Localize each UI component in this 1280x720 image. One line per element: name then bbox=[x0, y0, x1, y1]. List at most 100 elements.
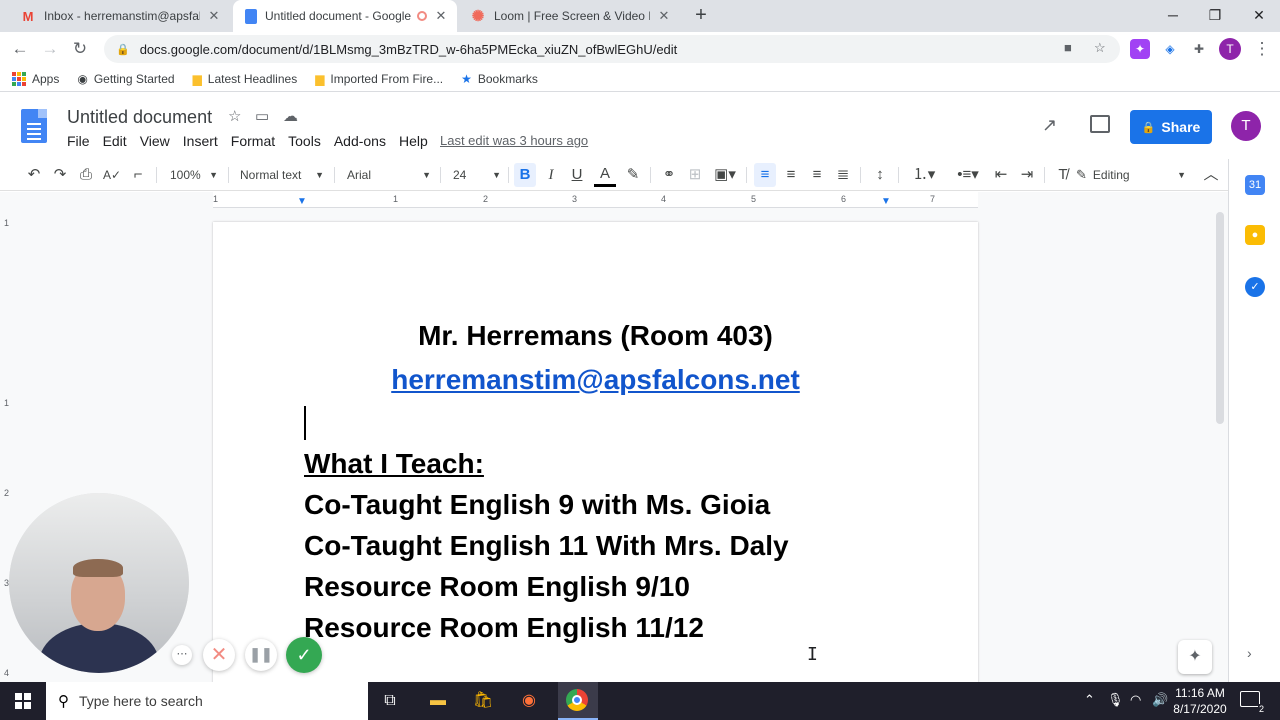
spellcheck-icon[interactable]: A✓ bbox=[102, 163, 122, 187]
share-button[interactable]: 🔒 Share bbox=[1130, 110, 1212, 144]
align-left-icon[interactable]: ≡ bbox=[754, 163, 776, 187]
taskbar-search-box[interactable]: ⚲ Type here to search bbox=[46, 682, 368, 720]
zoom-select[interactable]: 100% ▼ bbox=[170, 163, 218, 187]
vertical-scrollbar[interactable] bbox=[1216, 212, 1224, 424]
move-folder-icon[interactable]: ▭ bbox=[255, 107, 269, 125]
numbered-list-icon[interactable]: ⒈▾ bbox=[904, 163, 944, 187]
editing-mode-select[interactable]: ✎ Editing ▼ bbox=[1076, 163, 1186, 187]
calendar-icon[interactable]: 31 bbox=[1245, 175, 1265, 195]
left-indent-marker-icon[interactable]: ▼ bbox=[297, 196, 307, 207]
collapse-menu-icon[interactable]: ︿ bbox=[1200, 163, 1222, 187]
paragraph-style-select[interactable]: Normal text ▼ bbox=[240, 163, 324, 187]
menu-insert[interactable]: Insert bbox=[183, 133, 218, 149]
menu-add-ons[interactable]: Add-ons bbox=[334, 133, 386, 149]
close-window-button[interactable]: ✕ bbox=[1236, 0, 1280, 32]
document-page[interactable]: Mr. Herremans (Room 403) herremanstim@ap… bbox=[213, 222, 978, 692]
font-size-select[interactable]: 24 ▼ bbox=[453, 163, 501, 187]
highlight-color-icon[interactable]: ✎ bbox=[622, 163, 644, 187]
loom-webcam-bubble[interactable] bbox=[9, 493, 189, 673]
back-button[interactable]: ← bbox=[8, 37, 32, 61]
explore-button[interactable]: ✦ bbox=[1178, 640, 1212, 674]
horizontal-ruler[interactable]: 1 1 2 3 4 5 6 7 ▼ ▼ bbox=[213, 192, 978, 208]
wifi-icon[interactable]: ◠ bbox=[1130, 692, 1141, 708]
microphone-icon[interactable]: 🎙 bbox=[1107, 692, 1124, 708]
microsoft-store-icon[interactable]: 🛍 bbox=[470, 688, 496, 714]
start-button[interactable] bbox=[0, 682, 46, 720]
keep-icon[interactable]: ● bbox=[1245, 225, 1265, 245]
firefox-icon[interactable]: ◉ bbox=[516, 688, 542, 714]
print-icon[interactable]: ⎙ bbox=[76, 163, 96, 187]
tab-gmail[interactable]: M Inbox - herremanstim@apsfalcons.net ✕ bbox=[8, 0, 230, 32]
bulleted-list-icon[interactable]: •≡▾ bbox=[948, 163, 988, 187]
last-edit-link[interactable]: Last edit was 3 hours ago bbox=[440, 133, 588, 148]
bookmark-apps[interactable]: Apps bbox=[12, 71, 59, 86]
insert-image-icon[interactable]: ▣▾ bbox=[710, 163, 740, 187]
menu-format[interactable]: Format bbox=[231, 133, 275, 149]
star-icon[interactable]: ☆ bbox=[228, 107, 241, 125]
chrome-taskbar-button[interactable] bbox=[558, 682, 598, 720]
menu-file[interactable]: File bbox=[67, 133, 90, 149]
comments-icon[interactable] bbox=[1090, 115, 1110, 133]
doc-email-link[interactable]: herremanstim@apsfalcons.net bbox=[213, 364, 978, 396]
align-center-icon[interactable]: ≡ bbox=[780, 163, 802, 187]
extension-icon[interactable]: ✦ bbox=[1130, 39, 1150, 59]
forward-button[interactable]: → bbox=[38, 37, 62, 61]
expand-side-panel-icon[interactable]: › bbox=[1247, 645, 1252, 661]
show-hidden-icons-icon[interactable]: ⌃ bbox=[1084, 692, 1095, 708]
taskbar-clock[interactable]: 11:16 AM 8/17/2020 bbox=[1170, 685, 1230, 717]
reload-button[interactable]: ↻ bbox=[68, 37, 92, 61]
line-spacing-icon[interactable]: ↕ bbox=[868, 163, 892, 187]
align-right-icon[interactable]: ≡ bbox=[806, 163, 828, 187]
extension-diamond-icon[interactable]: ◈ bbox=[1160, 39, 1180, 59]
notifications-icon[interactable]: 2 bbox=[1240, 691, 1265, 714]
increase-indent-icon[interactable]: ⇥ bbox=[1016, 163, 1038, 187]
cloud-saved-icon[interactable]: ☁ bbox=[283, 107, 298, 125]
align-justify-icon[interactable]: ≣ bbox=[832, 163, 854, 187]
bookmark-latest-headlines[interactable]: ▆ Latest Headlines bbox=[193, 72, 298, 86]
tab-loom[interactable]: ✺ Loom | Free Screen & Video Recording ✕ bbox=[458, 0, 680, 32]
loom-pause-recording-icon[interactable]: ❚❚ bbox=[245, 639, 277, 671]
address-bar[interactable]: 🔒 docs.google.com/document/d/1BLMsmg_3mB… bbox=[104, 35, 1120, 63]
close-tab-icon[interactable]: ✕ bbox=[656, 8, 672, 24]
redo-icon[interactable]: ↷ bbox=[50, 163, 70, 187]
insert-comment-icon[interactable]: ⊞ bbox=[684, 163, 706, 187]
right-indent-marker-icon[interactable]: ▼ bbox=[881, 196, 891, 207]
tasks-icon[interactable]: ✓ bbox=[1245, 277, 1265, 297]
decrease-indent-icon[interactable]: ⇤ bbox=[990, 163, 1012, 187]
loom-more-options-icon[interactable]: ⋯ bbox=[172, 645, 192, 665]
profile-avatar[interactable]: T bbox=[1219, 38, 1241, 60]
minimize-window-button[interactable]: ─ bbox=[1150, 0, 1196, 32]
camera-icon[interactable]: ■ bbox=[1064, 40, 1072, 55]
file-explorer-icon[interactable]: ▬ bbox=[425, 688, 451, 714]
menu-tools[interactable]: Tools bbox=[288, 133, 321, 149]
extensions-puzzle-icon[interactable]: ✚ bbox=[1189, 39, 1209, 59]
bold-button[interactable]: B bbox=[514, 163, 536, 187]
document-title[interactable]: Untitled document bbox=[67, 107, 212, 128]
underline-button[interactable]: U bbox=[566, 163, 588, 187]
loom-cancel-recording-icon[interactable]: ✕ bbox=[203, 639, 235, 671]
tab-docs[interactable]: Untitled document - Google Docs ✕ bbox=[233, 0, 457, 32]
account-avatar[interactable]: T bbox=[1231, 111, 1261, 141]
text-color-button[interactable]: A bbox=[594, 163, 616, 187]
volume-icon[interactable]: 🔊 bbox=[1152, 692, 1168, 708]
new-tab-button[interactable]: + bbox=[690, 5, 712, 27]
browser-menu-icon[interactable]: ⋮ bbox=[1250, 37, 1274, 61]
close-tab-icon[interactable]: ✕ bbox=[206, 8, 222, 24]
close-tab-icon[interactable]: ✕ bbox=[433, 8, 449, 24]
clear-formatting-icon[interactable]: T̸ bbox=[1052, 163, 1074, 187]
task-view-icon[interactable]: ⧉ bbox=[377, 688, 403, 714]
bookmark-imported-from-firefox[interactable]: ▆ Imported From Fire... bbox=[315, 72, 443, 86]
menu-edit[interactable]: Edit bbox=[103, 133, 127, 149]
menu-view[interactable]: View bbox=[140, 133, 170, 149]
bookmark-star-icon[interactable]: ☆ bbox=[1094, 40, 1106, 56]
insert-link-icon[interactable]: ⚭ bbox=[658, 163, 680, 187]
loom-finish-recording-icon[interactable]: ✓ bbox=[286, 637, 322, 673]
italic-button[interactable]: I bbox=[540, 163, 562, 187]
bookmark-getting-started[interactable]: ◉ Getting Started bbox=[77, 72, 174, 86]
docs-logo-icon[interactable] bbox=[21, 109, 47, 143]
undo-icon[interactable]: ↶ bbox=[24, 163, 44, 187]
paint-format-icon[interactable]: ⌐ bbox=[128, 163, 148, 187]
menu-help[interactable]: Help bbox=[399, 133, 428, 149]
restore-window-button[interactable]: ❐ bbox=[1192, 0, 1238, 32]
activity-trend-icon[interactable]: ↗ bbox=[1042, 115, 1057, 136]
